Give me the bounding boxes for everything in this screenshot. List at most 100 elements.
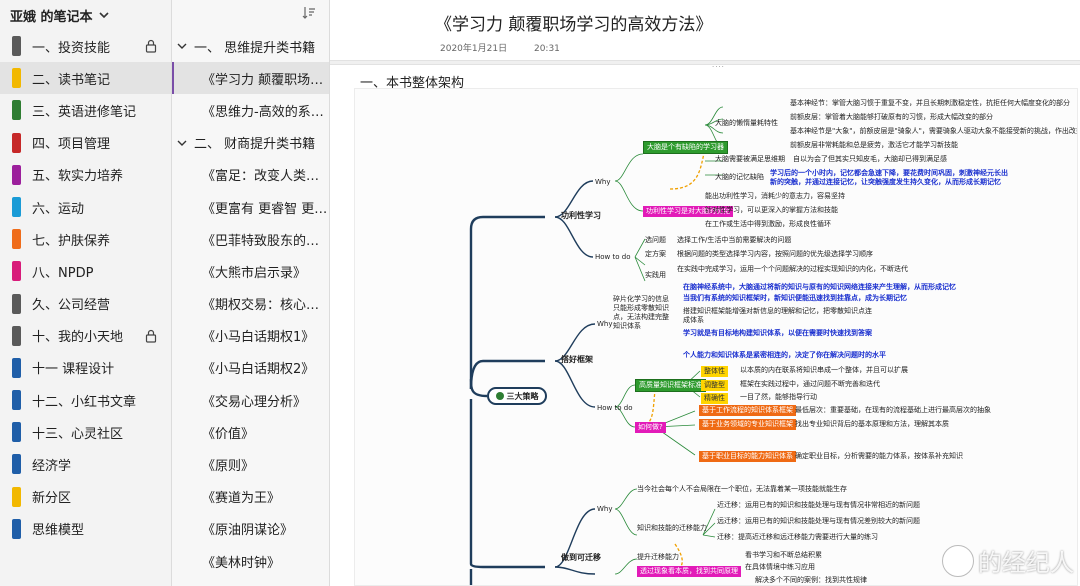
- page-item[interactable]: 《小马白话期权2》: [172, 352, 329, 384]
- section-label: 十二、小红书文章: [32, 394, 137, 410]
- section-item[interactable]: 四、项目管理: [0, 127, 171, 159]
- page-label: 二、 财商提升类书籍: [194, 137, 316, 153]
- resize-handle[interactable]: ....: [330, 60, 1080, 69]
- node-fh-2a: 基于工作流程的知识体系框架: [699, 405, 796, 416]
- node-fh-2ct: 确定职业目标，分析需要的能力体系，按体系补充知识: [795, 452, 963, 460]
- section-item[interactable]: 三、英语进修笔记: [0, 94, 171, 126]
- page-item[interactable]: 《原则》: [172, 448, 329, 480]
- section-label: 新分区: [32, 491, 72, 507]
- branch-transfer: 做到可迁移: [561, 553, 601, 562]
- node-fh-1b: 调整型: [701, 380, 728, 391]
- page-label: 《原则》: [202, 459, 255, 475]
- page-item[interactable]: 《更富有 更睿智 更快...: [172, 191, 329, 223]
- node-h2: 定方案: [645, 250, 666, 258]
- node-fh-2b: 基于业务领域的专业知识框架: [699, 419, 796, 430]
- section-item[interactable]: 十三、心灵社区: [0, 416, 171, 448]
- page-label: 《交易心理分析》: [202, 394, 307, 410]
- page-item[interactable]: 《思维力-高效的系统...: [172, 94, 329, 126]
- section-item[interactable]: 七、护肤保养: [0, 223, 171, 255]
- page-item[interactable]: 《赛道为王》: [172, 481, 329, 513]
- section-color-tab: [12, 132, 21, 153]
- sort-icon[interactable]: [301, 5, 317, 21]
- pages-header: [172, 0, 329, 30]
- page-item[interactable]: 《学习力 颠覆职场学...: [172, 62, 329, 95]
- mindmap-root: 三大策略: [487, 387, 547, 405]
- page-item[interactable]: 《价值》: [172, 416, 329, 448]
- chevron-down-icon[interactable]: [176, 138, 188, 148]
- node-h3t: 在实践中完成学习，运用一个个问题解决的过程实现知识的内化，不断迭代: [677, 265, 908, 273]
- node-e3: 基本神经节是"大象"，前额皮层是"骑象人"，需要骑象人驱动大象不能接受新的挑战，…: [790, 127, 1078, 135]
- node-t-why: 当今社会每个人不会局限在一个职位，无法靠着某一项技能就能生存: [637, 485, 847, 493]
- section-color-tab: [12, 390, 21, 411]
- node-u3: 在工作或生活中得到激励，形成良性循环: [705, 220, 831, 228]
- node-brain-flaw: 大脑是个有缺陷的学习器: [643, 141, 728, 154]
- section-item[interactable]: 思维模型: [0, 513, 171, 545]
- section-color-tab: [12, 486, 21, 507]
- node-h1: 选问题: [645, 236, 666, 244]
- node-fh-1c: 精确性: [701, 393, 728, 404]
- node-u2: 针对性学习，可以更深入的掌握方法和技能: [705, 206, 838, 214]
- section-color-tab: [12, 518, 21, 539]
- section-item[interactable]: 六、运动: [0, 191, 171, 223]
- section-item[interactable]: 十二、小红书文章: [0, 384, 171, 416]
- page-item[interactable]: 《原油阴谋论》: [172, 513, 329, 545]
- node-u1: 能出功利性学习，消耗少的意志力，容易坚持: [705, 192, 845, 200]
- page-item[interactable]: 《大熊市启示录》: [172, 255, 329, 287]
- page-item[interactable]: 《巴菲特致股东的信》: [172, 223, 329, 255]
- page-label: 《巴菲特致股东的信》: [202, 233, 329, 249]
- page-group[interactable]: 二、 财商提升类书籍: [172, 127, 329, 159]
- section-item[interactable]: 五、软实力培养: [0, 159, 171, 191]
- chevron-down-icon[interactable]: [98, 10, 109, 20]
- lock-icon: [145, 329, 157, 343]
- node-t-y: 解决多个不同的案例：找到共性规律: [755, 576, 867, 584]
- page-item[interactable]: 《富足：改变人类未...: [172, 159, 329, 191]
- node-t-h2: 在具体情境中练习应用: [745, 563, 815, 571]
- node-fh-2at: 最低层次：重要基础，在现有的流程基础上进行最高层次的抽象: [795, 406, 991, 414]
- page-title[interactable]: 《学习力 颠覆职场学习的高效方法》: [435, 10, 712, 35]
- page-content: 《学习力 颠覆职场学习的高效方法》 2020年1月21日 20:31 .... …: [330, 0, 1080, 586]
- notebook-title: 亚娥 的笔记本: [10, 9, 93, 25]
- node-f-c2: 个人能力和知识体系是紧密相连的，决定了你在解决问题时的水平: [683, 351, 886, 359]
- section-color-tab: [12, 164, 21, 185]
- node-f-b3: 搭建知识框架能增强对新信息的理解和记忆，把零散知识点连成体系: [683, 307, 872, 324]
- page-item[interactable]: 《美林时钟》: [172, 545, 329, 577]
- page-list: 一、 思维提升类书籍《学习力 颠覆职场学... 《思维力-高效的系统... 二、 财…: [172, 30, 329, 577]
- notebook-header[interactable]: 亚娥 的笔记本: [0, 0, 171, 30]
- section-item[interactable]: 久、公司经营: [0, 288, 171, 320]
- node-h1t: 选择工作/生活中当前需要解决的问题: [677, 236, 792, 244]
- section-item[interactable]: 八、NPDP: [0, 255, 171, 287]
- node-e1: 基本神经节：掌管大脑习惯于重复不变，并且长期刺激稳定性，抗拒任何大幅度变化的部分: [790, 99, 1070, 107]
- node-t-a2: 远迁移：运用已有的知识和技能处理与现有情况差别较大的新问题: [717, 517, 920, 525]
- section-item[interactable]: 十、我的小天地: [0, 320, 171, 352]
- section-label: 一、投资技能: [32, 40, 111, 56]
- why-1: Why: [595, 178, 611, 186]
- node-fh-2bt: 找出专业知识背后的基本原理和方法，理解其本质: [795, 420, 949, 428]
- section-label: 五、软实力培养: [32, 169, 124, 185]
- page-item[interactable]: 《小马白话期权1》: [172, 320, 329, 352]
- page-item[interactable]: 《期权交易：核心策...: [172, 288, 329, 320]
- chevron-down-icon[interactable]: [176, 41, 188, 51]
- section-color-tab: [12, 293, 21, 314]
- watermark: 的经纪人: [942, 543, 1074, 578]
- section-item[interactable]: 十一 课程设计: [0, 352, 171, 384]
- section-label: 十、我的小天地: [32, 330, 124, 346]
- section-color-tab: [12, 325, 21, 346]
- section-item[interactable]: 经济学: [0, 448, 171, 480]
- page-group[interactable]: 一、 思维提升类书籍: [172, 30, 329, 62]
- node-fh-1: 高质量知识框架标准: [635, 379, 706, 392]
- section-item[interactable]: 二、读书笔记: [0, 62, 171, 95]
- section-item[interactable]: 一、投资技能: [0, 30, 171, 62]
- node-fh-1ct: 一目了然，能够指导行动: [740, 393, 817, 401]
- section-item[interactable]: 新分区: [0, 481, 171, 513]
- node-fh-2c: 基于职业目标的能力知识体系: [699, 451, 796, 462]
- page-item[interactable]: 《交易心理分析》: [172, 384, 329, 416]
- node-e2: 前额皮层：掌管着大脑能够打破原有的习惯，形成大幅改变的部分: [790, 113, 993, 121]
- node-memory: 大脑的记忆缺陷: [715, 173, 764, 181]
- check-icon: [495, 392, 504, 400]
- section-color-tab: [12, 229, 21, 250]
- node-t-a1: 近迁移：运用已有的知识和技能处理与现有情况非常相近的新问题: [717, 501, 920, 509]
- section-label: 思维模型: [32, 523, 85, 539]
- wechat-logo-icon: [942, 544, 974, 577]
- page-time: 20:31: [533, 44, 560, 54]
- page-label: 《学习力 颠覆职场学...: [202, 72, 329, 88]
